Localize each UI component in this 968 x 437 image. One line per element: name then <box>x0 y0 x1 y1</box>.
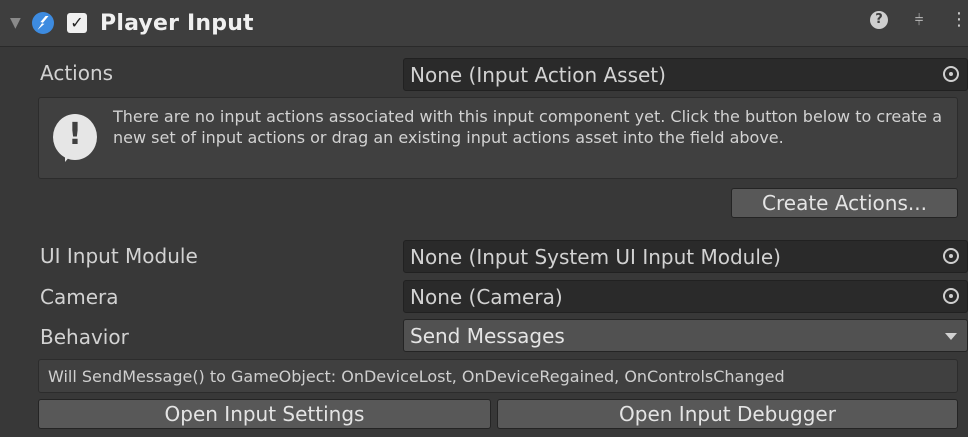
ui-input-module-label: UI Input Module <box>40 244 198 268</box>
context-menu-icon[interactable]: ⋮ <box>950 11 968 29</box>
create-actions-button[interactable]: Create Actions... <box>731 188 958 218</box>
open-input-settings-button[interactable]: Open Input Settings <box>38 399 491 429</box>
object-picker-icon[interactable] <box>943 248 959 264</box>
camera-field-value: None (Camera) <box>410 285 563 309</box>
component-title: Player Input <box>100 10 254 36</box>
preset-icon[interactable]: ⫩ <box>910 11 928 29</box>
foldout-arrow-icon[interactable]: ▼ <box>10 15 22 31</box>
player-input-icon <box>32 12 54 34</box>
behavior-dropdown[interactable]: Send Messages <box>403 319 968 352</box>
dropdown-arrow-icon <box>945 333 957 340</box>
warning-icon: ! <box>53 114 97 160</box>
component-header[interactable]: ▼ ✓ Player Input ? ⫩ ⋮ <box>0 0 968 47</box>
object-picker-icon[interactable] <box>943 288 959 304</box>
actions-label: Actions <box>40 61 114 85</box>
help-box: ! There are no input actions associated … <box>38 97 958 179</box>
info-box: Will SendMessage() to GameObject: OnDevi… <box>38 359 958 393</box>
behavior-dropdown-value: Send Messages <box>410 324 565 348</box>
open-input-debugger-button[interactable]: Open Input Debugger <box>497 399 958 429</box>
behavior-label: Behavior <box>40 325 129 349</box>
actions-field-value: None (Input Action Asset) <box>410 63 666 87</box>
ui-input-module-value: None (Input System UI Input Module) <box>410 245 781 269</box>
actions-field[interactable]: None (Input Action Asset) <box>403 58 968 91</box>
camera-field[interactable]: None (Camera) <box>403 280 968 313</box>
object-picker-icon[interactable] <box>943 66 959 82</box>
enabled-checkbox[interactable]: ✓ <box>67 13 87 33</box>
ui-input-module-field[interactable]: None (Input System UI Input Module) <box>403 240 968 273</box>
camera-label: Camera <box>40 285 119 309</box>
info-box-text: Will SendMessage() to GameObject: OnDevi… <box>48 367 785 386</box>
help-box-text: There are no input actions associated wi… <box>113 107 943 147</box>
help-icon[interactable]: ? <box>870 11 888 29</box>
